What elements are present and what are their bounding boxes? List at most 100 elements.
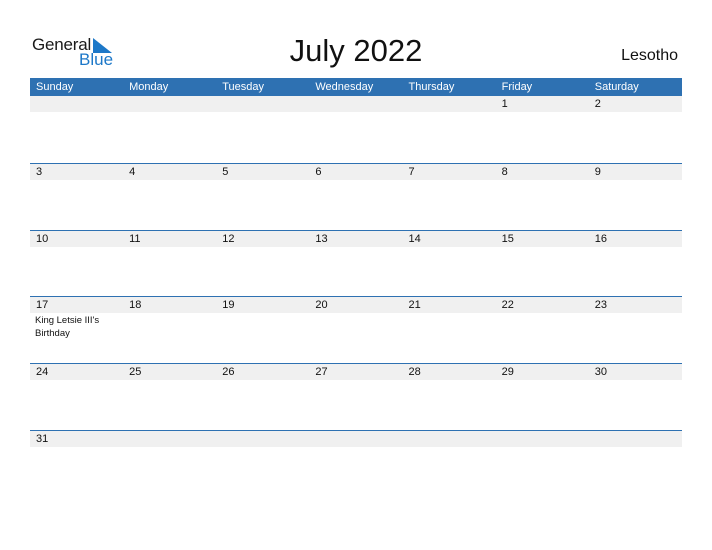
day-number: 14 [408,233,421,245]
day-number [216,431,309,447]
day-event [30,447,123,448]
day-number: 25 [129,366,142,378]
week-row: 3 4 5 6 7 8 9 [30,163,682,231]
day-number: 21 [408,299,421,311]
day-number [123,96,216,112]
day-number: 29 [501,366,514,378]
day-number: 4 [129,166,136,178]
day-event [30,180,123,181]
day-event: King Letsie III's Birthday [35,315,100,339]
events-row [30,180,682,181]
country-label: Lesotho [621,47,678,64]
weekday-friday: Friday [501,81,533,93]
day-number: 5 [222,166,229,178]
day-number [123,431,216,447]
date-strip: 31 [30,431,682,447]
day-number: 30 [594,366,607,378]
week-row: 31 [30,430,682,498]
day-event [309,247,402,248]
day-event [496,313,589,340]
events-row [30,447,682,448]
day-event [403,313,496,340]
date-strip: 17 18 19 20 21 22 23 [30,297,682,313]
events-row [30,112,682,113]
day-event [216,112,309,113]
day-number: 16 [594,233,607,245]
day-event [216,447,309,448]
day-event [30,380,123,381]
day-event [496,380,589,381]
day-number: 23 [594,299,607,311]
day-number: 19 [222,299,235,311]
day-number: 24 [36,366,49,378]
day-event [403,247,496,248]
day-event [496,112,589,113]
date-strip: 10 11 12 13 14 15 16 [30,231,682,247]
day-event [403,380,496,381]
day-number [30,96,123,112]
week-row: 24 25 26 27 28 29 30 [30,363,682,431]
day-number: 6 [315,166,322,178]
day-event [216,380,309,381]
day-event [30,112,123,113]
day-number: 10 [36,233,49,245]
day-event [403,180,496,181]
calendar-title: July 2022 [289,33,423,68]
day-event [216,313,309,340]
day-number: 17 [36,299,49,311]
day-number: 8 [501,166,508,178]
date-strip: 3 4 5 6 7 8 9 [30,164,682,180]
day-event [309,313,402,340]
day-event [589,313,682,340]
day-number: 12 [222,233,235,245]
day-event [30,247,123,248]
day-event [123,313,216,340]
day-event [309,380,402,381]
date-strip: 12 [30,96,682,112]
day-number [403,431,496,447]
day-event [216,247,309,248]
weekday-saturday: Saturday [594,81,639,93]
day-number: 28 [408,366,421,378]
week-row: 17 18 19 20 21 22 23 King Letsie III's Birthday [30,296,682,364]
day-event [589,180,682,181]
day-number: 9 [594,166,601,178]
day-event [216,180,309,181]
events-row [30,247,682,248]
day-event [403,112,496,113]
day-event [496,180,589,181]
day-event [589,247,682,248]
day-number: 2 [594,98,601,110]
day-number: 13 [315,233,328,245]
weekday-monday: Monday [129,81,169,93]
day-event [309,180,402,181]
day-event [496,247,589,248]
day-event [403,447,496,448]
day-number: 15 [501,233,514,245]
day-number: 3 [36,166,43,178]
weekday-header: Sunday Monday Tuesday Wednesday Thursday… [30,78,682,96]
day-number: 22 [501,299,514,311]
day-number: 26 [222,366,235,378]
day-number [403,96,496,112]
day-number: 20 [315,299,328,311]
day-event [123,112,216,113]
day-event [123,380,216,381]
day-number: 27 [315,366,328,378]
day-number: 11 [129,233,141,245]
day-event [123,447,216,448]
day-number [309,96,402,112]
day-number: 18 [129,299,142,311]
weekday-tuesday: Tuesday [222,81,265,93]
day-event [309,447,402,448]
day-number: 7 [408,166,415,178]
week-row: 10 11 12 13 14 15 16 [30,230,682,298]
events-row [30,380,682,381]
day-event [589,112,682,113]
day-number: 31 [36,433,49,445]
day-event [309,112,402,113]
weekday-wednesday: Wednesday [315,81,374,93]
day-number [309,431,402,447]
day-event [589,380,682,381]
week-row: 12 [30,96,682,163]
